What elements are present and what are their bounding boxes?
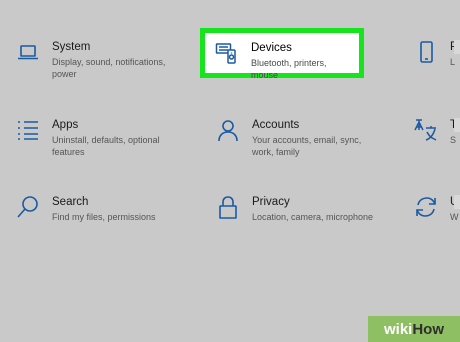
tile-description: L [450, 57, 456, 67]
tile-description: Uninstall, defaults, optional features [52, 135, 160, 157]
lock-icon [216, 195, 240, 219]
time-language-icon [414, 118, 438, 142]
tile-title: System [52, 41, 91, 53]
tile-description: S [450, 135, 457, 145]
tile-title: Devices [251, 42, 292, 54]
settings-tile-system[interactable]: System Display, sound, notifications, po… [16, 40, 181, 80]
tile-title: Privacy [252, 196, 290, 208]
devices-icon [215, 41, 239, 65]
settings-tile-accounts[interactable]: Accounts Your accounts, email, sync, wor… [216, 118, 381, 158]
phone-icon [414, 40, 438, 64]
tile-title: Search [52, 196, 89, 208]
tile-description: Location, camera, microphone [252, 212, 374, 222]
laptop-icon [16, 40, 40, 64]
settings-tile-privacy[interactable]: Privacy Location, camera, microphone [216, 195, 381, 223]
search-icon [16, 195, 40, 219]
cut-edge [454, 118, 460, 132]
tile-description: W [450, 212, 459, 222]
settings-tile-devices[interactable]: Devices Bluetooth, printers, mouse [200, 28, 364, 80]
cut-edge [454, 40, 460, 54]
tile-title: Accounts [252, 119, 300, 131]
wikihow-watermark: wiki How [368, 316, 460, 342]
settings-tile-search[interactable]: Search Find my files, permissions [16, 195, 181, 223]
tile-description: Bluetooth, printers, mouse [251, 58, 327, 80]
settings-tile-apps[interactable]: Apps Uninstall, defaults, optional featu… [16, 118, 181, 158]
person-icon [216, 118, 240, 142]
tile-title: Apps [52, 119, 79, 131]
tile-description: Display, sound, notifications, power [52, 57, 166, 79]
cut-edge [454, 195, 460, 209]
update-icon [414, 195, 438, 219]
apps-list-icon [16, 118, 40, 142]
tile-description: Your accounts, email, sync, work, family [252, 135, 362, 157]
tile-description: Find my files, permissions [52, 212, 156, 222]
